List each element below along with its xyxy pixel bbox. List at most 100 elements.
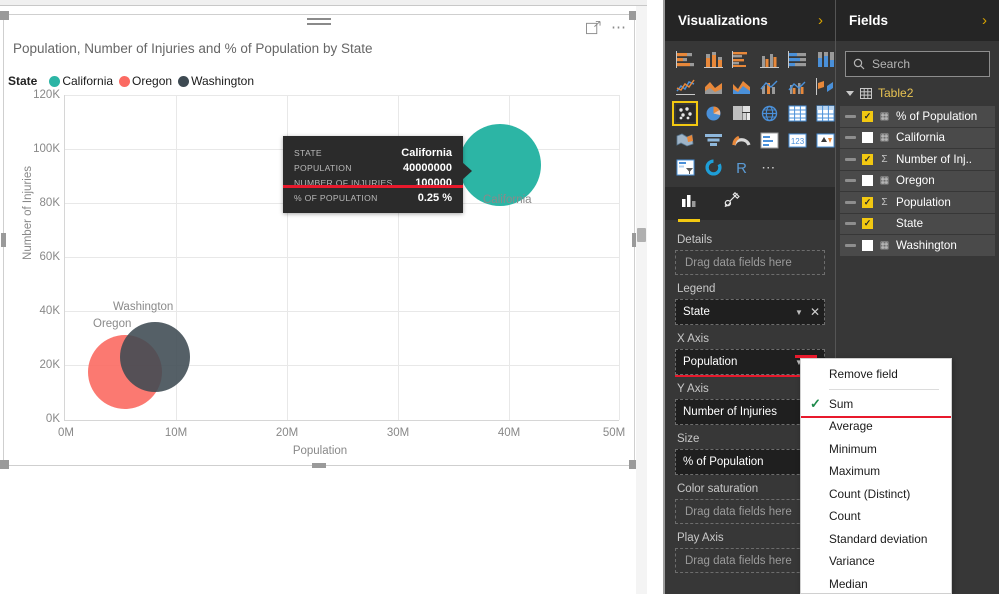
legend-item-washington[interactable]: Washington <box>178 74 254 88</box>
resize-handle-left-middle[interactable] <box>1 233 6 247</box>
field-item-number-of-injuries[interactable]: ✓ Σ Number of Inj.. <box>840 149 995 170</box>
bar-chart-icon <box>682 194 696 207</box>
r-script-visual-icon[interactable]: R <box>728 155 754 180</box>
focus-mode-icon[interactable] <box>586 21 601 35</box>
line-and-clustered-column-chart-icon[interactable] <box>784 74 810 99</box>
context-item-minimum[interactable]: Minimum <box>801 438 951 461</box>
resize-handle-bottom-center[interactable] <box>312 463 326 468</box>
context-item-standard-deviation[interactable]: Standard deviation <box>801 528 951 551</box>
legend-item-california[interactable]: California <box>49 74 113 88</box>
clustered-column-chart-icon[interactable] <box>756 47 782 72</box>
100-percent-stacked-bar-chart-icon[interactable] <box>784 47 810 72</box>
canvas-scrollbar-thumb[interactable] <box>637 228 646 242</box>
field-checkbox[interactable] <box>862 239 873 251</box>
field-item-state[interactable]: ✓ State <box>840 213 995 234</box>
scatter-chart-icon[interactable] <box>672 101 698 126</box>
fields-table-node[interactable]: Table2 <box>836 77 999 106</box>
tooltip-value: 0.25 % <box>417 191 452 204</box>
drag-handle-icon[interactable] <box>845 157 856 161</box>
tab-format[interactable] <box>723 192 740 215</box>
multi-row-card-icon[interactable] <box>756 128 782 153</box>
treemap-icon[interactable] <box>728 101 754 126</box>
context-item-label: Sum <box>829 396 854 411</box>
stacked-column-chart-icon[interactable] <box>700 47 726 72</box>
field-item-oregon[interactable]: ▦ Oregon <box>840 170 995 191</box>
well-chip-legend[interactable]: State ▼ ✕ <box>675 299 825 325</box>
donut-chart-icon[interactable] <box>700 155 726 180</box>
field-label: California <box>896 131 945 145</box>
field-label: Washington <box>896 238 957 252</box>
canvas-scrollbar[interactable] <box>636 6 647 594</box>
pie-chart-icon[interactable] <box>700 101 726 126</box>
field-checkbox[interactable] <box>862 175 873 187</box>
drag-handle-icon[interactable] <box>845 243 856 247</box>
legend-color-swatch <box>49 75 61 87</box>
remove-field-icon[interactable]: ✕ <box>810 306 820 318</box>
chevron-down-icon[interactable]: ▼ <box>795 308 803 317</box>
bubble-label-washington: Washington <box>113 301 174 313</box>
more-visuals-icon[interactable]: ⋯ <box>756 155 782 180</box>
context-item-maximum[interactable]: Maximum <box>801 460 951 483</box>
stacked-bar-chart-icon[interactable] <box>672 47 698 72</box>
field-item-washington[interactable]: ▦ Washington <box>840 235 995 256</box>
legend-item-oregon[interactable]: Oregon <box>119 74 172 88</box>
line-chart-icon[interactable] <box>672 74 698 99</box>
well-dropzone-details[interactable]: Drag data fields here <box>675 250 825 275</box>
more-options-ellipsis-icon[interactable]: ⋯ <box>611 20 628 35</box>
resize-handle-bottom-left[interactable] <box>0 460 9 469</box>
visual-type-gallery: 123 R ⋯ <box>665 41 835 184</box>
gauge-icon[interactable] <box>728 128 754 153</box>
tooltip-row: % OF POPULATION 0.25 % <box>294 190 452 205</box>
drag-handle-icon[interactable] <box>845 114 856 118</box>
clustered-bar-chart-icon[interactable] <box>728 47 754 72</box>
field-checkbox[interactable]: ✓ <box>862 153 873 165</box>
chevron-right-icon[interactable]: › <box>982 13 987 28</box>
drag-handle-icon[interactable] <box>845 200 856 204</box>
visual-drag-handle[interactable] <box>305 15 333 28</box>
chevron-right-icon[interactable]: › <box>818 13 823 28</box>
filled-map-icon[interactable] <box>672 128 698 153</box>
drag-handle-icon[interactable] <box>845 136 856 140</box>
field-checkbox[interactable]: ✓ <box>862 110 873 122</box>
map-icon[interactable] <box>756 101 782 126</box>
stacked-area-chart-icon[interactable] <box>728 74 754 99</box>
tooltip-key: STATE <box>294 147 322 158</box>
y-tick-label: 100K <box>33 143 60 155</box>
drag-handle-icon[interactable] <box>845 222 856 226</box>
context-item-count-distinct[interactable]: Count (Distinct) <box>801 483 951 506</box>
funnel-icon[interactable] <box>700 128 726 153</box>
bubble-washington[interactable] <box>120 322 190 392</box>
context-item-sum[interactable]: ✓ Sum <box>801 393 951 418</box>
context-item-count[interactable]: Count <box>801 505 951 528</box>
legend-color-swatch <box>119 75 131 87</box>
field-item-california[interactable]: ▦ California <box>840 127 995 148</box>
annotation-mark-top <box>795 355 817 358</box>
area-chart-icon[interactable] <box>700 74 726 99</box>
x-tick-label: 20M <box>275 427 299 439</box>
svg-text:123: 123 <box>790 137 804 146</box>
context-item-remove-field[interactable]: Remove field <box>801 363 951 386</box>
field-item-population[interactable]: ✓ Σ Population <box>840 192 995 213</box>
tab-fields[interactable] <box>678 193 700 222</box>
drag-handle-icon[interactable] <box>845 179 856 183</box>
slicer-icon[interactable] <box>672 155 698 180</box>
context-item-median[interactable]: Median <box>801 573 951 594</box>
table-icon[interactable] <box>784 101 810 126</box>
context-item-variance[interactable]: Variance <box>801 550 951 573</box>
line-and-stacked-column-chart-icon[interactable] <box>756 74 782 99</box>
field-checkbox[interactable]: ✓ <box>862 218 873 230</box>
scatter-chart-visual[interactable]: ⋯ Population, Number of Injuries and % o… <box>0 11 638 469</box>
resize-handle-top-left[interactable] <box>0 11 9 20</box>
field-checkbox[interactable]: ✓ <box>862 196 873 208</box>
aggregation-context-menu[interactable]: Remove field ✓ Sum Average Minimum Maxim… <box>795 355 952 594</box>
report-canvas[interactable]: ⋯ Population, Number of Injuries and % o… <box>0 0 663 594</box>
x-tick-label: 50M <box>602 427 626 439</box>
legend-color-swatch <box>178 75 190 87</box>
field-item-percent-of-population[interactable]: ✓ ▦ % of Population <box>840 106 995 127</box>
field-checkbox[interactable] <box>862 132 873 144</box>
expand-collapse-triangle-icon[interactable] <box>846 90 854 96</box>
search-input[interactable]: Search <box>845 51 990 77</box>
context-item-average[interactable]: Average <box>801 415 951 438</box>
x-tick-label: 0M <box>58 427 74 439</box>
card-icon[interactable]: 123 <box>784 128 810 153</box>
